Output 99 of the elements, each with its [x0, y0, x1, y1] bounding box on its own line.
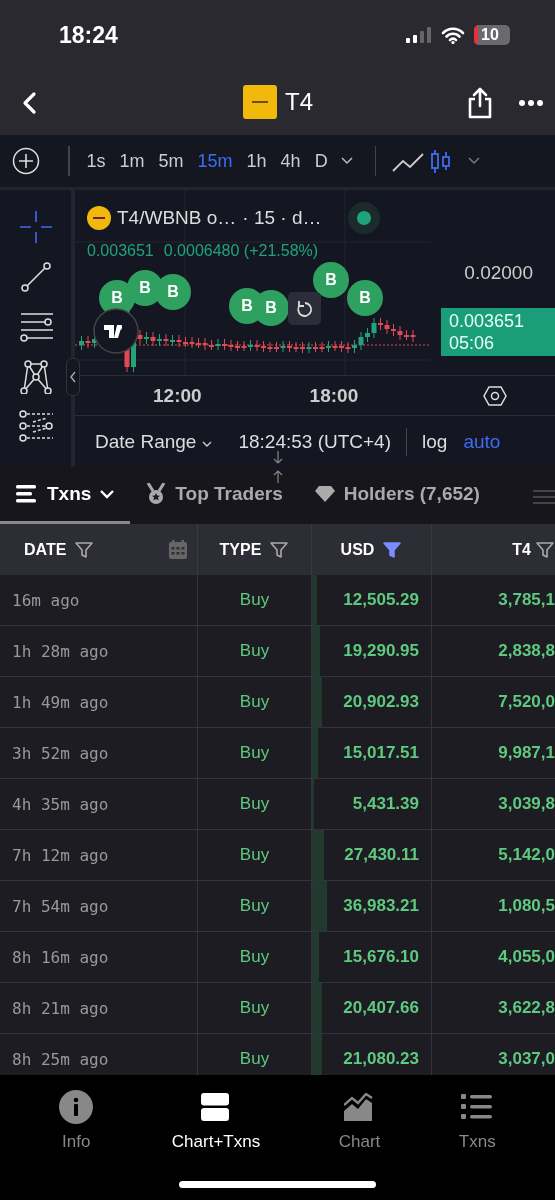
filter-icon[interactable]: [382, 540, 403, 559]
filter-icon[interactable]: [74, 540, 95, 559]
dropdown-caret-icon[interactable]: [468, 157, 481, 165]
usd-cell: 20,407.66: [343, 998, 419, 1018]
split-view-icon: [201, 1093, 231, 1121]
date-cell: 4h 35m ago: [0, 779, 198, 829]
usd-cell: 15,676.10: [343, 947, 419, 967]
timeframe-button[interactable]: 4h: [273, 150, 308, 172]
wifi-icon: [441, 26, 465, 44]
symbol-label: T4/WBNB o…: [117, 207, 237, 229]
date-cell: 1h 49m ago: [0, 677, 198, 727]
date-range-dropdown[interactable]: Date Range: [95, 430, 213, 453]
info-icon: [59, 1090, 94, 1124]
column-header[interactable]: TYPE: [219, 540, 262, 559]
timezone-clock[interactable]: 18:24:53 (UTC+4): [238, 430, 391, 453]
collapse-handle[interactable]: [66, 358, 80, 396]
usd-cell: 20,902.93: [343, 692, 419, 712]
token-amount-cell-text: 7,520,0: [497, 691, 555, 713]
token-amount-cell-text: 3,039,8: [497, 793, 555, 815]
token-amount-cell-text: 3,037,0: [497, 1048, 555, 1070]
fib-lines-icon[interactable]: [18, 310, 53, 344]
list-icon: [16, 485, 38, 503]
live-status-icon: [347, 202, 380, 234]
tradingview-logo-icon: [93, 308, 139, 354]
usd-cell: 19,290.95: [343, 641, 419, 661]
price-value: 0.003651: [87, 242, 154, 260]
buy-marker: B: [313, 262, 349, 298]
date-cell: 7h 12m ago: [0, 830, 198, 880]
scale-toggle[interactable]: auto: [463, 430, 501, 453]
token-amount-cell-text: 9,987,1: [497, 742, 555, 764]
token-amount-cell-text: 5,142,0: [497, 844, 555, 866]
column-header[interactable]: T4: [512, 540, 531, 559]
medal-icon: [146, 483, 167, 505]
date-cell: 8h 21m ago: [0, 983, 198, 1033]
add-indicator-icon[interactable]: [12, 147, 40, 175]
time-axis-label: 12:00: [153, 384, 202, 407]
usd-cell: 36,983.21: [343, 896, 419, 916]
trend-line-icon[interactable]: [18, 260, 53, 294]
dropdown-caret-icon[interactable]: [340, 157, 353, 165]
diamond-icon: [314, 486, 335, 502]
caret-icon: [202, 440, 213, 448]
timeframe-button[interactable]: 15m: [190, 150, 240, 172]
timeframe-button[interactable]: 1h: [239, 150, 274, 172]
token-logo-icon: [243, 85, 277, 119]
bottom-nav-item[interactable]: Txns: [458, 1090, 496, 1158]
crosshair-icon[interactable]: [18, 210, 53, 244]
settings-icon[interactable]: [483, 384, 507, 407]
token-amount-cell-text: 3,785,1: [497, 589, 555, 611]
interval-label: · 15 · d…: [242, 207, 322, 229]
date-cell: 1h 28m ago: [0, 626, 198, 676]
bottom-nav-item[interactable]: Chart+Txns: [171, 1090, 261, 1158]
refresh-icon: [295, 299, 314, 318]
pattern-icon[interactable]: [18, 360, 53, 394]
tab[interactable]: Top Traders: [130, 467, 299, 524]
token-amount-cell-text: 2,838,8: [497, 640, 555, 662]
filter-icon[interactable]: [535, 540, 555, 559]
token-logo-icon: [87, 206, 111, 230]
token-amount-cell-text: 3,622,8: [497, 997, 555, 1019]
timeframe-button[interactable]: 1s: [79, 150, 113, 172]
date-cell: 8h 16m ago: [0, 932, 198, 982]
chevron-down-icon: [100, 489, 115, 499]
scale-toggle[interactable]: log: [422, 430, 448, 453]
column-header[interactable]: DATE: [24, 540, 67, 559]
signal-icon: [406, 27, 432, 43]
reset-button[interactable]: [288, 292, 321, 325]
price-change: 0.0006480 (+21.58%): [163, 242, 319, 260]
last-price-label: 0.003651 05:06: [441, 308, 555, 356]
forecast-lines-icon[interactable]: [18, 410, 53, 444]
bottom-nav-item[interactable]: Info: [59, 1090, 94, 1158]
bottom-nav-item[interactable]: Chart: [338, 1090, 381, 1158]
column-header[interactable]: USD: [340, 540, 375, 559]
more-icon[interactable]: [519, 99, 543, 106]
date-cell: 16m ago: [0, 575, 198, 625]
usd-cell: 5,431.39: [352, 794, 419, 814]
battery-icon: 10: [474, 25, 510, 45]
token-amount-cell-text: 4,055,0: [497, 946, 555, 968]
usd-cell: 27,430.11: [344, 845, 419, 865]
tab[interactable]: Holders (7,652): [298, 467, 496, 524]
token-amount-cell-text: 1,080,5: [497, 895, 555, 917]
timeframe-button[interactable]: D: [307, 150, 335, 172]
time-axis-label: 18:00: [309, 384, 359, 407]
timeframe-button[interactable]: 1m: [112, 150, 152, 172]
status-time: 18:24: [59, 21, 118, 49]
calendar-icon[interactable]: [169, 540, 187, 559]
date-cell: 3h 52m ago: [0, 728, 198, 778]
list-icon: [461, 1094, 494, 1120]
timeframe-button[interactable]: 5m: [151, 150, 191, 172]
usd-cell: 12,505.29: [343, 590, 419, 610]
share-icon[interactable]: [467, 86, 493, 119]
date-cell: 7h 54m ago: [0, 881, 198, 931]
usd-cell: 15,017.51: [343, 743, 419, 763]
price-tick: 0.02000: [464, 262, 534, 284]
area-chart-icon: [344, 1093, 375, 1121]
buy-marker: B: [155, 274, 191, 310]
resize-arrows-icon[interactable]: [273, 450, 283, 484]
filter-icon[interactable]: [269, 540, 290, 559]
buy-marker: B: [347, 280, 383, 316]
token-title: T4: [285, 88, 313, 116]
usd-cell: 21,080.23: [343, 1049, 419, 1069]
